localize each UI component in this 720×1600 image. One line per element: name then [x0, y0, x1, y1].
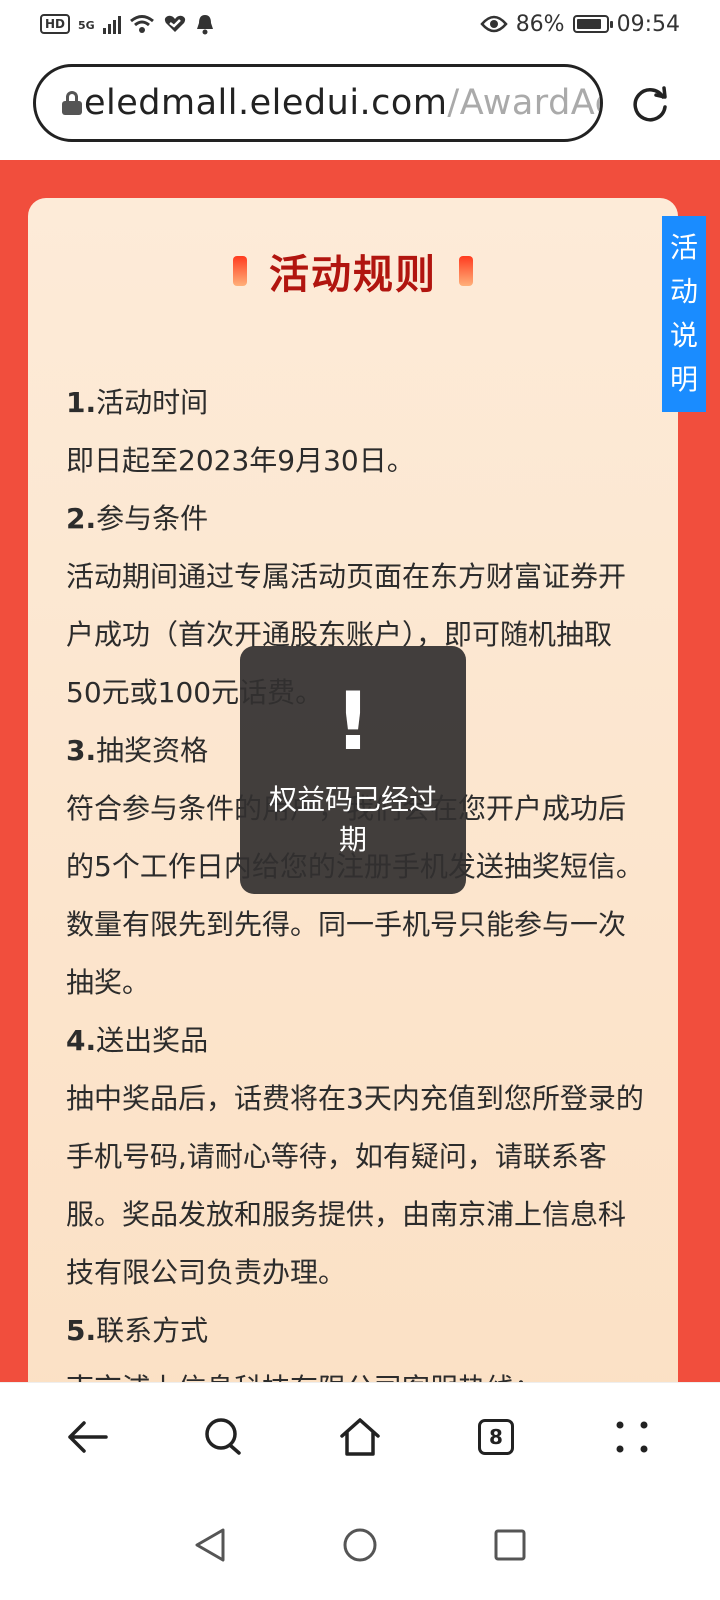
address-bar[interactable]: eledmall.eledui.com/AwardAc	[33, 64, 603, 142]
more-dots-icon	[616, 1421, 648, 1452]
back-arrow-icon	[68, 1420, 108, 1453]
square-recents-icon	[494, 1529, 526, 1561]
clock: 09:54	[616, 11, 680, 37]
rule-section: 5.联系方式 南京浦上信息科技有限公司客服热线：	[66, 1302, 646, 1382]
battery-percent: 86%	[515, 11, 565, 37]
eye-icon	[480, 15, 508, 33]
side-tab-char: 说	[669, 319, 698, 352]
search-icon	[205, 1417, 241, 1455]
status-bar: HD 5G 86% 09:54	[0, 0, 720, 48]
rule-body: 即日起至2023年9月30日。	[66, 444, 415, 477]
title-right-ornament	[459, 256, 473, 286]
back-button[interactable]	[53, 1402, 123, 1472]
reload-icon[interactable]	[630, 83, 672, 125]
network-type: 5G	[78, 19, 95, 32]
browser-toolbar: 8	[0, 1382, 720, 1490]
rule-heading: 5.联系方式	[66, 1314, 209, 1347]
side-tab-char: 活	[669, 231, 698, 264]
tabs-button[interactable]: 8	[461, 1402, 531, 1472]
circle-home-icon	[343, 1528, 377, 1562]
toast-dialog: ! 权益码已经过期	[240, 646, 466, 894]
nav-home-button[interactable]	[340, 1525, 380, 1565]
browser-address-area: eledmall.eledui.com/AwardAc	[0, 48, 720, 160]
side-tab-char: 动	[669, 275, 698, 308]
url-host: eledmall.eledui.com	[84, 83, 448, 123]
url-path: /AwardAc	[447, 83, 603, 123]
toast-message: 权益码已经过期	[268, 783, 437, 856]
side-tab-char: 明	[669, 363, 698, 396]
exclamation-icon: !	[334, 675, 372, 768]
rule-body: 南京浦上信息科技有限公司客服热线：	[66, 1360, 646, 1382]
nav-back-button[interactable]	[190, 1525, 230, 1565]
home-icon	[340, 1417, 380, 1456]
rule-heading: 4.送出奖品	[66, 1024, 209, 1057]
wifi-icon	[129, 15, 154, 33]
signal-icon	[102, 14, 121, 34]
triangle-back-icon	[195, 1528, 225, 1562]
activity-description-tab[interactable]: 活 动 说 明	[662, 216, 706, 412]
rule-section: 1.活动时间 即日起至2023年9月30日。	[66, 374, 646, 490]
rule-section: 4.送出奖品 抽中奖品后，话费将在3天内充值到您所登录的手机号码,请耐心等待，如…	[66, 1012, 646, 1302]
more-menu-button[interactable]	[597, 1402, 667, 1472]
rule-heading: 2.参与条件	[66, 502, 209, 535]
system-nav-bar	[0, 1490, 720, 1600]
heart-badge-icon	[164, 15, 185, 33]
search-button[interactable]	[189, 1402, 259, 1472]
status-left: HD 5G	[40, 13, 215, 35]
title-left-ornament	[233, 256, 247, 286]
nav-recents-button[interactable]	[490, 1525, 530, 1565]
title-row: 活动规则	[28, 242, 678, 300]
rule-body: 抽中奖品后，话费将在3天内充值到您所登录的手机号码,请耐心等待，如有疑问，请联系…	[66, 1082, 644, 1289]
bell-icon	[196, 15, 213, 35]
page-title: 活动规则	[269, 252, 437, 298]
tab-count-icon: 8	[478, 1418, 514, 1455]
battery-icon	[572, 15, 613, 33]
home-button[interactable]	[325, 1402, 395, 1472]
url-text[interactable]: eledmall.eledui.com/AwardAc	[84, 83, 603, 123]
rule-heading: 1.活动时间	[66, 386, 209, 419]
status-right: 86% 09:54	[480, 12, 680, 37]
hd-badge: HD	[40, 14, 71, 34]
